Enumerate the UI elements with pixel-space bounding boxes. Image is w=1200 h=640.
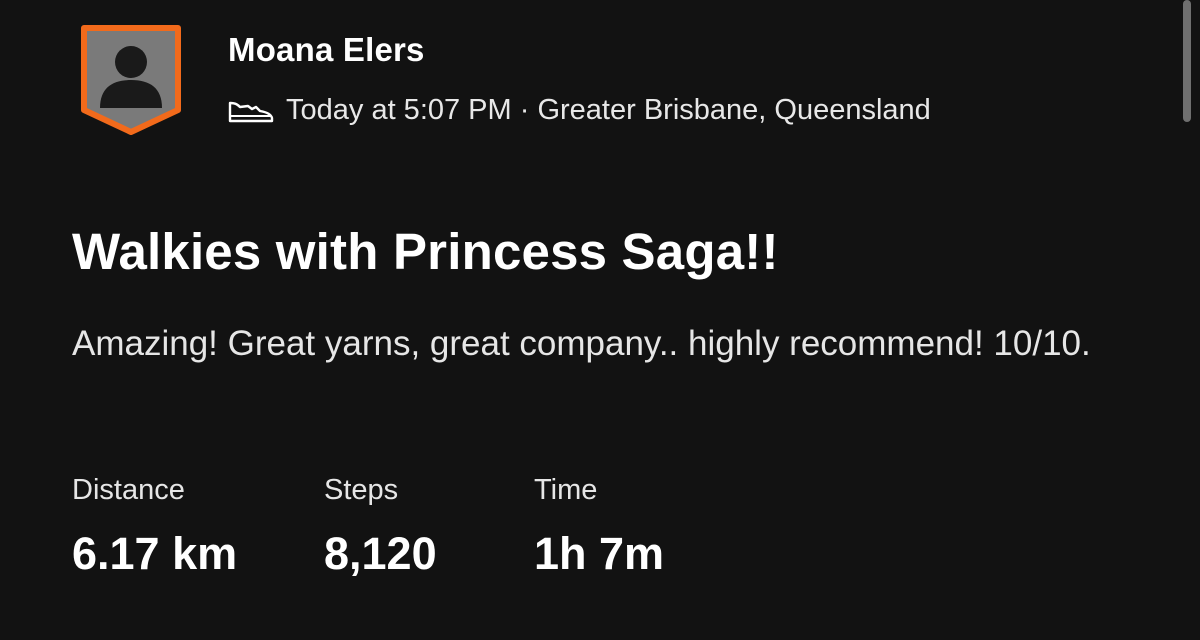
stat-steps: Steps 8,120 bbox=[324, 470, 437, 582]
activity-timestamp-location: Today at 5:07 PM · Greater Brisbane, Que… bbox=[286, 94, 931, 126]
activity-meta: Today at 5:07 PM · Greater Brisbane, Que… bbox=[226, 90, 931, 130]
stat-distance-label: Distance bbox=[72, 474, 185, 506]
avatar[interactable] bbox=[80, 24, 182, 136]
stat-distance: Distance 6.17 km bbox=[72, 470, 237, 582]
stat-steps-value: 8,120 bbox=[324, 528, 437, 579]
athlete-name[interactable]: Moana Elers bbox=[228, 30, 425, 70]
stat-time-value: 1h 7m bbox=[534, 528, 665, 579]
shoe-icon bbox=[226, 95, 276, 125]
stat-distance-value: 6.17 km bbox=[72, 528, 238, 579]
stat-time-label: Time bbox=[534, 474, 598, 506]
stat-steps-label: Steps bbox=[324, 474, 399, 506]
activity-description: Amazing! Great yarns, great company.. hi… bbox=[72, 324, 1091, 363]
stat-time: Time 1h 7m bbox=[534, 470, 664, 582]
scrollbar[interactable] bbox=[1183, 0, 1191, 640]
activity-title[interactable]: Walkies with Princess Saga!! bbox=[72, 220, 779, 284]
scrollbar-thumb[interactable] bbox=[1183, 0, 1191, 122]
avatar-badge-shield bbox=[81, 25, 181, 135]
